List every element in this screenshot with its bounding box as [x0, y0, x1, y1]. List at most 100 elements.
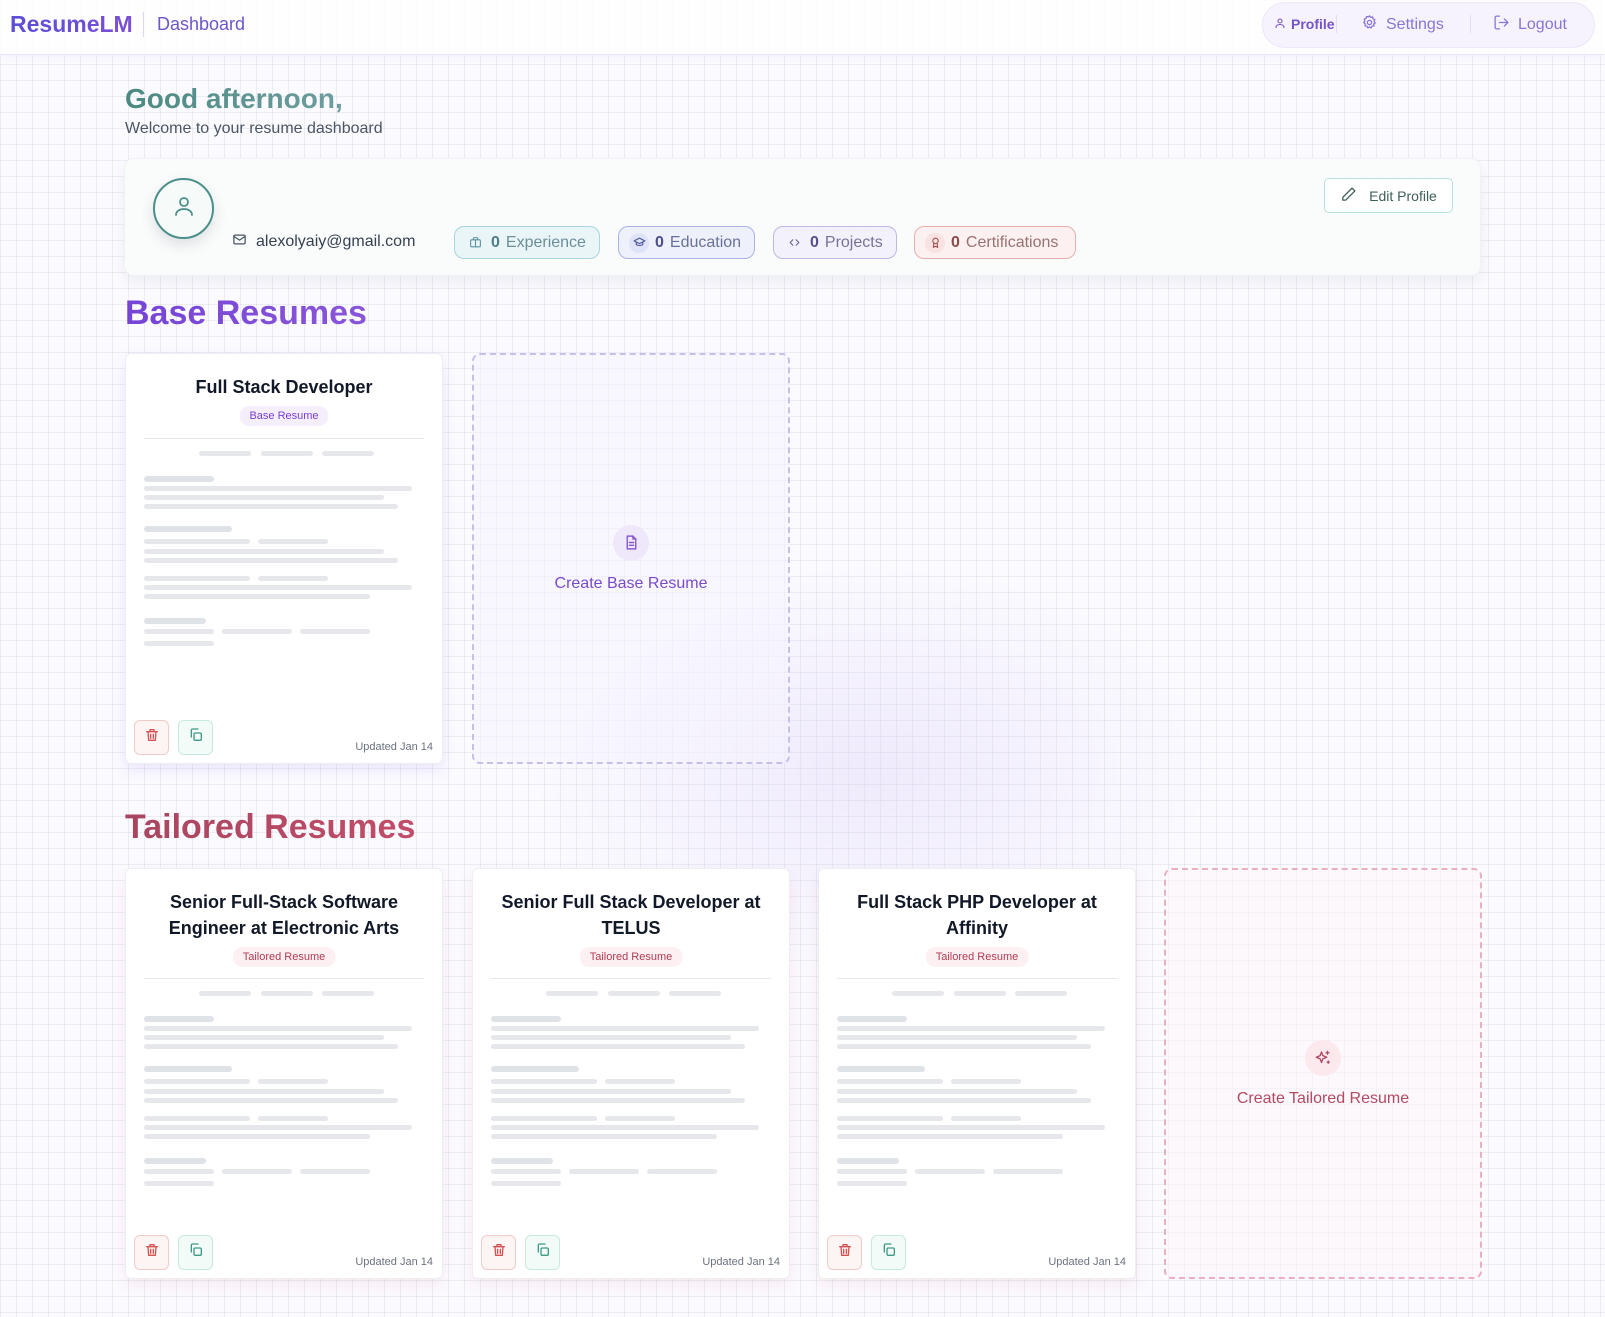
- copy-resume-button[interactable]: [178, 1235, 213, 1270]
- resume-preview-placeholder: [126, 991, 442, 1201]
- nav-dashboard-link[interactable]: Dashboard: [157, 14, 245, 35]
- preview-line: [608, 991, 660, 996]
- preview-line: [491, 1169, 561, 1174]
- nav-logout-link[interactable]: Logout: [1493, 14, 1567, 36]
- resume-type-badge: Base Resume: [239, 406, 329, 426]
- tailored-resumes-title: Tailored Resumes: [125, 808, 416, 846]
- preview-line: [491, 1125, 759, 1130]
- preview-line: [837, 1158, 899, 1164]
- preview-line: [837, 1181, 907, 1186]
- preview-line: [144, 1066, 232, 1072]
- preview-line: [144, 495, 384, 500]
- card-actions: [481, 1235, 560, 1270]
- delete-resume-button[interactable]: [481, 1235, 516, 1270]
- preview-line: [144, 1116, 250, 1121]
- pencil-icon: [1340, 186, 1357, 206]
- preview-line: [222, 629, 292, 634]
- preview-line: [837, 1079, 943, 1084]
- copy-resume-button[interactable]: [871, 1235, 906, 1270]
- resume-card-title: Senior Full Stack Developer at TELUS: [501, 892, 761, 938]
- preview-line: [491, 1089, 731, 1094]
- preview-line: [258, 539, 328, 544]
- copy-icon: [188, 1242, 204, 1263]
- preview-line: [546, 991, 598, 996]
- nav-separator: [1470, 15, 1471, 33]
- delete-resume-button[interactable]: [827, 1235, 862, 1270]
- preview-line: [491, 1016, 561, 1022]
- card-divider: [837, 978, 1117, 979]
- preview-line: [144, 1035, 384, 1040]
- trash-icon: [144, 727, 160, 748]
- preview-line: [144, 486, 412, 491]
- copy-icon: [188, 727, 204, 748]
- preview-line: [258, 576, 328, 581]
- stat-education[interactable]: 0 Education: [618, 226, 755, 259]
- preview-line: [569, 1169, 639, 1174]
- avatar[interactable]: [153, 178, 214, 239]
- preview-line: [258, 1116, 328, 1121]
- preview-line: [837, 1098, 1091, 1103]
- nav-settings-label: Settings: [1386, 16, 1444, 33]
- create-tailored-resume-button[interactable]: Create Tailored Resume: [1164, 868, 1482, 1279]
- preview-line: [144, 1181, 214, 1186]
- copy-icon: [881, 1242, 897, 1263]
- preview-line: [1015, 991, 1067, 996]
- sparkles-icon: [1305, 1039, 1341, 1076]
- award-icon: [925, 232, 945, 253]
- card-divider: [144, 978, 424, 979]
- copy-resume-button[interactable]: [178, 720, 213, 755]
- preview-line: [261, 451, 313, 456]
- stat-experience[interactable]: 0 Experience: [454, 226, 600, 259]
- create-base-resume-label: Create Base Resume: [554, 574, 708, 592]
- preview-line: [605, 1116, 675, 1121]
- preview-line: [491, 1026, 759, 1031]
- preview-line: [837, 1035, 1077, 1040]
- preview-line: [837, 1026, 1105, 1031]
- stat-projects[interactable]: 0 Projects: [773, 226, 897, 259]
- delete-resume-button[interactable]: [134, 720, 169, 755]
- greeting-subtitle: Welcome to your resume dashboard: [125, 120, 383, 137]
- card-actions: [134, 720, 213, 755]
- stat-certifications[interactable]: 0 Certifications: [914, 226, 1076, 259]
- preview-line: [261, 991, 313, 996]
- preview-line: [837, 1016, 907, 1022]
- preview-line: [144, 1125, 412, 1130]
- greeting-title: Good afternoon,: [125, 83, 343, 114]
- copy-resume-button[interactable]: [525, 1235, 560, 1270]
- updated-date: Updated Jan 14: [702, 1256, 780, 1268]
- preview-line: [199, 451, 251, 456]
- preview-line: [144, 526, 232, 532]
- stat-projects-count: 0: [810, 233, 819, 251]
- stat-experience-label: Experience: [505, 233, 586, 251]
- nav-profile-link[interactable]: Profile: [1274, 16, 1335, 32]
- preview-line: [837, 1066, 925, 1072]
- user-icon: [1274, 16, 1286, 32]
- preview-line: [491, 1181, 561, 1186]
- preview-line: [144, 539, 250, 544]
- create-base-resume-button[interactable]: Create Base Resume: [472, 353, 790, 764]
- profile-email-text: alexolyaiy@gmail.com: [256, 233, 416, 250]
- preview-line: [199, 991, 251, 996]
- resume-card[interactable]: Senior Full-Stack Software Engineer at E…: [125, 868, 443, 1279]
- preview-line: [837, 1116, 943, 1121]
- preview-line: [144, 576, 250, 581]
- preview-line: [837, 1134, 1063, 1139]
- brand-logo[interactable]: ResumeLM: [10, 11, 133, 38]
- preview-line: [993, 1169, 1063, 1174]
- file-text-icon: [613, 524, 649, 561]
- preview-line: [951, 1079, 1021, 1084]
- stat-certifications-label: Certifications: [965, 233, 1059, 251]
- nav-settings-link[interactable]: Settings: [1361, 14, 1444, 36]
- delete-resume-button[interactable]: [134, 1235, 169, 1270]
- stat-education-count: 0: [655, 233, 664, 251]
- preview-line: [144, 504, 398, 509]
- resume-card[interactable]: Full Stack Developer Base Resume Updated…: [125, 353, 443, 764]
- resume-card[interactable]: Senior Full Stack Developer at TELUS Tai…: [472, 868, 790, 1279]
- preview-line: [144, 1026, 412, 1031]
- preview-line: [144, 1089, 384, 1094]
- resume-preview-placeholder: [473, 991, 789, 1201]
- preview-line: [144, 618, 206, 624]
- resume-card[interactable]: Full Stack PHP Developer at Affinity Tai…: [818, 868, 1136, 1279]
- briefcase-icon: [465, 233, 485, 253]
- edit-profile-button[interactable]: Edit Profile: [1324, 178, 1453, 213]
